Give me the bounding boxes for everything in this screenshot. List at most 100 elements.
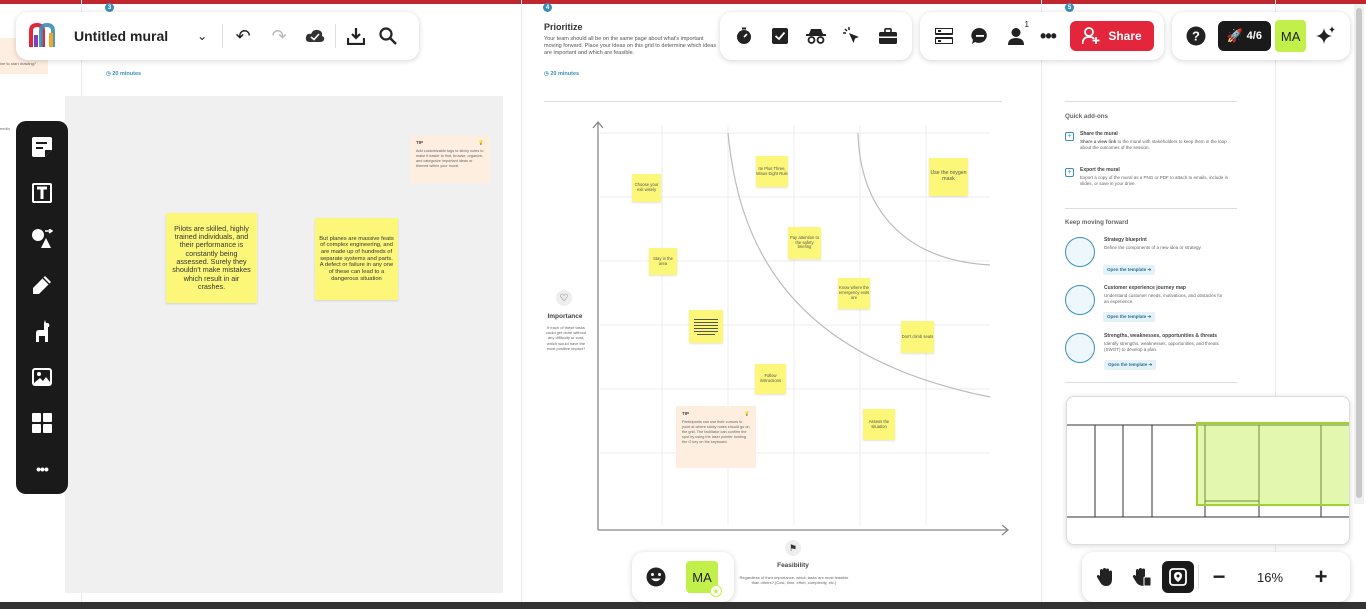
minimap-viewport[interactable]: [1196, 422, 1350, 506]
canvas-bottom-edge: [0, 602, 1366, 609]
templates-icon[interactable]: [26, 407, 58, 439]
quick-addons-title: Quick add-ons: [1065, 113, 1108, 120]
tip-grid-label: TIP: [682, 411, 690, 416]
onboarding-progress-button[interactable]: 🚀 4/6: [1217, 21, 1271, 51]
toolbox-icon[interactable]: [872, 20, 904, 52]
help-toolbar: ? 🚀 4/6 MA: [1172, 12, 1350, 60]
plus-icon[interactable]: +: [1305, 561, 1337, 593]
sticky-note[interactable]: Ite Plus Three, Minus Eight Rule: [756, 156, 788, 187]
minimap[interactable]: [1066, 396, 1350, 545]
tip-left-label: TIP: [416, 140, 424, 145]
feasibility-label: Feasibility: [777, 562, 809, 569]
tip-card-grid[interactable]: TIP 💡 Participants can use their cursors …: [676, 406, 756, 468]
zoom-level[interactable]: 16%: [1235, 570, 1305, 585]
shapes-icon[interactable]: [26, 223, 58, 255]
step-3-duration-text: 20 minutes: [112, 71, 142, 77]
template-desc: Define the components of a new idea or s…: [1104, 245, 1202, 250]
sticky-note[interactable]: Use the oxygen mask: [929, 158, 968, 196]
sticky-note[interactable]: Follow instructions: [755, 364, 786, 394]
sticky-note-text: Pay attention to the safety briefing: [789, 234, 820, 250]
step-5-badge: 5: [1065, 3, 1074, 12]
step-4-number: 4: [545, 4, 550, 11]
image-icon[interactable]: [26, 361, 58, 393]
sticky-note[interactable]: But planes are massive feats of complex …: [315, 218, 398, 300]
undo-icon[interactable]: ↶: [227, 20, 259, 52]
open-template-label: Open the template: [1108, 362, 1148, 367]
scrollbar-vertical[interactable]: [1354, 4, 1364, 504]
laser-pointer-icon[interactable]: [836, 20, 868, 52]
template-title: Strengths, weaknesses, opportunities & t…: [1104, 333, 1218, 339]
open-template-label: Open the template: [1107, 314, 1147, 319]
sticky-note-text: Pilots are skilled, highly trained indiv…: [172, 223, 251, 291]
open-template-button[interactable]: Open the template ➔: [1103, 265, 1156, 275]
help-icon[interactable]: ?: [1180, 20, 1212, 52]
redo-icon[interactable]: ↷: [263, 20, 295, 52]
sparkle-icon[interactable]: [1310, 20, 1342, 52]
search-icon[interactable]: [372, 20, 404, 52]
avatar[interactable]: MA ★: [686, 561, 722, 597]
sticky-note[interactable]: Choose your exit wisely: [632, 174, 661, 202]
reaction-bar: MA ★: [632, 552, 734, 602]
share-addon-bold: Share a view link: [1080, 139, 1117, 144]
sticky-note-text: Follow instructions: [759, 373, 782, 383]
zoom-controls: − 16% +: [1082, 552, 1350, 602]
mural-logo-icon[interactable]: [26, 20, 62, 52]
text-icon[interactable]: [26, 177, 58, 209]
share-button[interactable]: Share: [1070, 21, 1154, 51]
right-divider-3: [1065, 382, 1237, 383]
tip-left-text: Add customizable tags to sticky notes to…: [416, 149, 484, 168]
more-icon[interactable]: •••: [1032, 20, 1064, 52]
hand-icon[interactable]: [1090, 561, 1122, 593]
sticky-note[interactable]: Pilots are skilled, highly trained indiv…: [166, 213, 257, 303]
template-title: Customer experience journey map: [1104, 285, 1186, 291]
sticky-note[interactable]: Stay in the area: [649, 248, 677, 275]
outline-icon[interactable]: [928, 20, 960, 52]
svg-text:?: ?: [1192, 29, 1200, 44]
llama-icon[interactable]: [26, 315, 58, 347]
toolbar-divider: [222, 24, 224, 48]
step-5-number: 5: [1067, 4, 1072, 11]
cloud-saved-icon[interactable]: [299, 20, 331, 52]
step-3-duration: ◷ 20 minutes: [106, 71, 142, 77]
lightbulb-icon: 💡: [744, 411, 750, 416]
checkbox-icon[interactable]: [764, 20, 796, 52]
minus-icon[interactable]: −: [1203, 561, 1235, 593]
curve-inner: [857, 132, 991, 266]
open-template-label: Open the template: [1107, 267, 1147, 272]
sticky-note-text: Choose your exit wisely: [634, 182, 659, 192]
board-title[interactable]: Untitled mural: [74, 28, 168, 44]
timer-icon[interactable]: [728, 20, 760, 52]
open-template-button[interactable]: Open the template ➔: [1104, 360, 1157, 370]
sticky-note[interactable]: Know where the emergency exits are: [838, 278, 870, 309]
left-clip-text-2: eedin: [0, 126, 10, 131]
sticky-note[interactable]: Assess the situation: [863, 409, 895, 440]
sticky-note[interactable]: Don't climb seats: [901, 321, 934, 353]
sticky-note[interactable]: Pay attention to the safety briefing: [788, 227, 821, 259]
chevron-down-icon[interactable]: ⌄: [186, 20, 218, 52]
tip-card-left[interactable]: TIP 💡 Add customizable tags to sticky not…: [410, 135, 490, 183]
share-addon-title: Share the mural: [1080, 131, 1118, 137]
pen-icon[interactable]: [26, 269, 58, 301]
pan-mode-icon[interactable]: [1126, 561, 1158, 593]
map-icon[interactable]: [1162, 561, 1194, 593]
open-template-button[interactable]: Open the template ➔: [1103, 312, 1156, 322]
sticky-note-text: Don't climb seats: [901, 333, 934, 339]
right-divider-2: [1065, 208, 1237, 209]
importance-icon: ♡: [556, 290, 572, 306]
avatar-initials: MA: [692, 569, 712, 585]
comment-icon[interactable]: [964, 20, 996, 52]
left-clipped-text: ine to start drawing?: [0, 61, 40, 66]
user-icon[interactable]: 1: [1000, 20, 1032, 52]
step-3-number: 3: [107, 4, 112, 11]
sticky-note-text: Know where the emergency exits are: [838, 285, 870, 300]
download-icon[interactable]: [340, 20, 372, 52]
sticky-note-lines[interactable]: [689, 310, 723, 343]
emoji-icon[interactable]: [640, 561, 672, 593]
facilitation-toolbar: [720, 12, 912, 60]
sticky-note-icon[interactable]: [26, 131, 58, 163]
share-addon-desc: Share a view link to the mural with stak…: [1080, 139, 1230, 151]
private-mode-icon[interactable]: [800, 20, 832, 52]
feasibility-icon: ⚑: [785, 540, 801, 556]
more-icon[interactable]: •••: [26, 453, 58, 485]
avatar[interactable]: MA: [1274, 20, 1307, 52]
